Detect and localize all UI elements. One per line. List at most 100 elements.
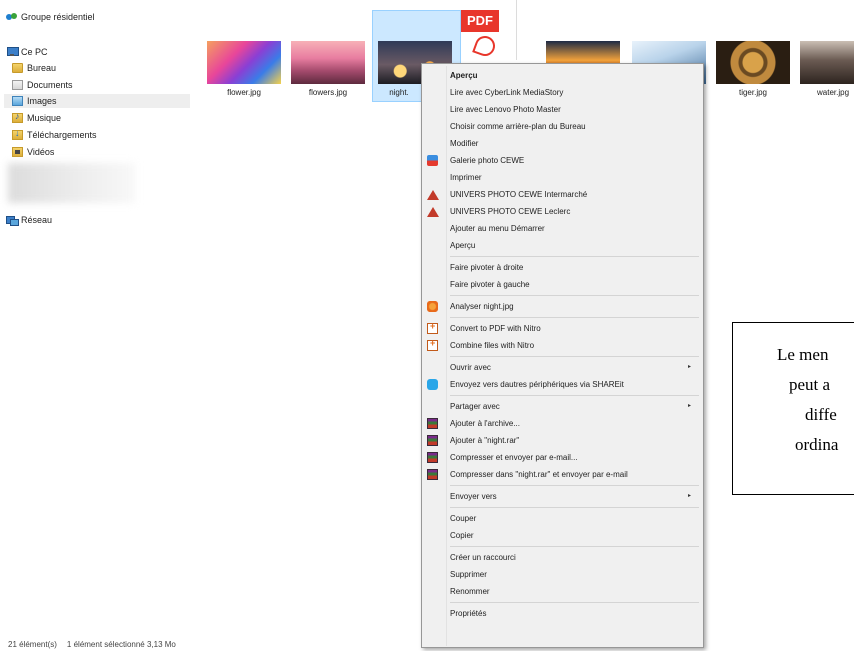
file-name-night[interactable]: night. (373, 88, 425, 97)
file-thumbnail-flower[interactable] (207, 41, 281, 84)
documents-folder-icon (12, 80, 23, 90)
submenu-arrow-icon: ▸ (687, 403, 691, 409)
menu-item-label: Compresser et envoyer par e-mail... (450, 453, 578, 462)
menu-item-label: Faire pivoter à gauche (450, 280, 530, 289)
menu-item-apercu[interactable]: Aperçu (424, 67, 701, 84)
annotation-box: Le men peut a diffe ordina (732, 322, 854, 495)
menu-item-label: Aperçu (450, 241, 476, 250)
menu-item-rotate-right[interactable]: Faire pivoter à droite (424, 259, 701, 276)
menu-item-rename[interactable]: Renommer (424, 583, 701, 600)
menu-item-nitro-convert[interactable]: Convert to PDF with Nitro (424, 320, 701, 337)
nav-item-documents[interactable]: Documents (12, 78, 73, 92)
menu-item-label: Couper (450, 514, 477, 523)
menu-item-rotate-left[interactable]: Faire pivoter à gauche (424, 276, 701, 293)
antivirus-scan-icon (427, 301, 438, 312)
annotation-line: Le men (777, 345, 829, 364)
menu-item-label: Modifier (450, 139, 479, 148)
menu-item-copy[interactable]: Copier (424, 527, 701, 544)
menu-item-label: Faire pivoter à droite (450, 263, 524, 272)
menu-item-set-wallpaper[interactable]: Choisir comme arrière-plan du Bureau (424, 118, 701, 135)
menu-item-open-with[interactable]: Ouvrir avec ▸ (424, 359, 701, 376)
nav-item-label: Vidéos (27, 147, 55, 157)
menu-separator (450, 317, 699, 318)
menu-item-add-archive[interactable]: Ajouter à l'archive... (424, 415, 701, 432)
menu-item-lenovo-photo-master[interactable]: Lire avec Lenovo Photo Master (424, 101, 701, 118)
univers-photo-icon (427, 206, 439, 217)
nav-item-this-pc[interactable]: Ce PC (6, 45, 48, 59)
file-thumbnail-flowers[interactable] (291, 41, 365, 84)
annotation-line: ordina (795, 435, 839, 454)
menu-separator (450, 356, 699, 357)
menu-item-cewe-gallery[interactable]: Galerie photo CEWE (424, 152, 701, 169)
file-name-flower[interactable]: flower.jpg (202, 88, 286, 97)
menu-separator (450, 546, 699, 547)
nav-item-network[interactable]: Réseau (6, 213, 52, 227)
menu-item-properties[interactable]: Propriétés (424, 605, 701, 622)
menu-item-cyberlink[interactable]: Lire avec CyberLink MediaStory (424, 84, 701, 101)
submenu-arrow-icon: ▸ (687, 364, 691, 370)
menu-item-label: Lire avec CyberLink MediaStory (450, 88, 564, 97)
annotation-line: peut a (789, 375, 831, 394)
menu-item-delete[interactable]: Supprimer (424, 566, 701, 583)
menu-separator (450, 485, 699, 486)
menu-item-cewe-leclerc[interactable]: UNIVERS PHOTO CEWE Leclerc (424, 203, 701, 220)
menu-item-label: Partager avec (450, 402, 500, 411)
file-name-water[interactable]: water.jpg (795, 88, 854, 97)
winrar-icon (427, 452, 438, 463)
item-count: 21 élément(s) (8, 640, 57, 649)
acrobat-logo-icon (472, 33, 498, 59)
menu-item-label: Compresser dans "night.rar" et envoyer p… (450, 470, 628, 479)
file-name-tiger[interactable]: tiger.jpg (711, 88, 795, 97)
downloads-folder-icon (12, 128, 23, 140)
menu-item-create-shortcut[interactable]: Créer un raccourci (424, 549, 701, 566)
file-thumbnail-pdf[interactable]: PDF (461, 0, 517, 60)
nav-item-downloads[interactable]: Téléchargements (12, 128, 97, 142)
menu-item-apercu-2[interactable]: Aperçu (424, 237, 701, 254)
menu-item-shareit[interactable]: Envoyez vers dautres périphériques via S… (424, 376, 701, 393)
menu-item-pin-start[interactable]: Ajouter au menu Démarrer (424, 220, 701, 237)
nav-item-label: Téléchargements (27, 130, 97, 140)
menu-item-label: Imprimer (450, 173, 482, 182)
nav-item-homegroup[interactable]: Groupe résidentiel (6, 10, 95, 24)
nav-item-videos[interactable]: Vidéos (12, 145, 54, 159)
computer-icon (6, 47, 19, 57)
menu-item-share-with[interactable]: Partager avec ▸ (424, 398, 701, 415)
navigation-pane: Groupe résidentiel Ce PC Bureau Document… (0, 0, 192, 640)
menu-item-analyser[interactable]: Analyser night.jpg (424, 298, 701, 315)
menu-item-label: Supprimer (450, 570, 487, 579)
menu-item-modifier[interactable]: Modifier (424, 135, 701, 152)
file-name-flowers[interactable]: flowers.jpg (286, 88, 370, 97)
menu-item-label: Ajouter au menu Démarrer (450, 224, 545, 233)
menu-item-label: UNIVERS PHOTO CEWE Leclerc (450, 207, 571, 216)
menu-item-compress-night-email[interactable]: Compresser dans "night.rar" et envoyer p… (424, 466, 701, 483)
pictures-folder-icon (12, 96, 23, 106)
menu-item-nitro-combine[interactable]: Combine files with Nitro (424, 337, 701, 354)
menu-item-send-to[interactable]: Envoyer vers ▸ (424, 488, 701, 505)
menu-item-compress-email[interactable]: Compresser et envoyer par e-mail... (424, 449, 701, 466)
menu-item-label: Analyser night.jpg (450, 302, 514, 311)
menu-separator (450, 395, 699, 396)
menu-item-add-night-rar[interactable]: Ajouter à "night.rar" (424, 432, 701, 449)
nav-item-label: Bureau (27, 63, 57, 73)
nav-item-images[interactable]: Images (4, 94, 190, 108)
nav-item-label: Documents (27, 80, 73, 90)
nav-item-label: Musique (27, 113, 62, 123)
menu-item-label: Galerie photo CEWE (450, 156, 525, 165)
menu-item-cut[interactable]: Couper (424, 510, 701, 527)
menu-item-label: Créer un raccourci (450, 553, 516, 562)
nav-item-label: Réseau (21, 215, 53, 225)
winrar-icon (427, 469, 438, 480)
menu-item-imprimer[interactable]: Imprimer (424, 169, 701, 186)
menu-separator (450, 507, 699, 508)
pdf-icon: PDF (461, 10, 499, 32)
menu-item-label: UNIVERS PHOTO CEWE Intermarché (450, 190, 588, 199)
menu-separator (450, 295, 699, 296)
menu-separator (450, 256, 699, 257)
file-thumbnail-water[interactable] (800, 41, 854, 84)
menu-item-cewe-intermarche[interactable]: UNIVERS PHOTO CEWE Intermarché (424, 186, 701, 203)
nav-item-music[interactable]: Musique (12, 111, 61, 125)
menu-item-label: Ouvrir avec (450, 363, 491, 372)
file-thumbnail-tiger[interactable] (716, 41, 790, 84)
nav-item-desktop[interactable]: Bureau (12, 61, 56, 75)
winrar-icon (427, 435, 438, 446)
